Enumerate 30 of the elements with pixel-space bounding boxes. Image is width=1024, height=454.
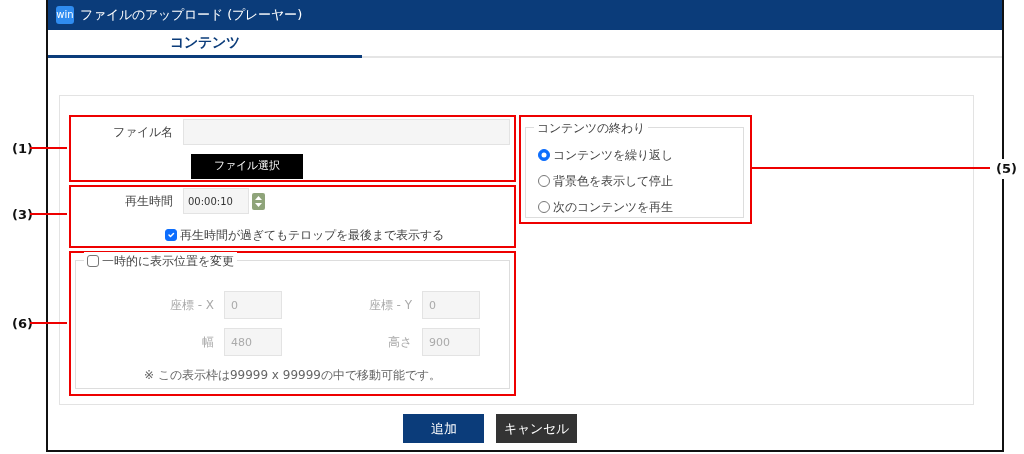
spinner-icon[interactable] [252,192,265,210]
add-button[interactable]: 追加 [403,414,484,443]
checkbox[interactable] [87,255,99,267]
field-label: 座標 - Y [367,297,412,314]
checkbox[interactable] [165,229,177,241]
leader-line [30,322,67,324]
radio-button[interactable] [538,175,550,187]
radio-button[interactable] [538,201,550,213]
field-label: 再生時間 [124,193,174,210]
legend-text: コンテンツの終わり [534,119,648,137]
radio-button[interactable] [538,149,550,161]
field-label: ファイル名 [112,124,174,141]
radio-label: コンテンツを繰り返し [553,147,673,164]
file-name-field[interactable] [183,119,510,145]
field-label: 座標 - X [168,297,214,314]
app-logo: win [56,6,74,24]
checkbox-label: 一時的に表示位置を変更 [102,253,234,270]
file-select-button[interactable]: ファイル選択 [191,154,303,179]
leader-line [30,213,67,215]
checkbox-label: 再生時間が過ぎてもテロップを最後まで表示する [180,227,444,244]
radio-label: 背景色を表示して停止 [553,173,673,190]
duration-field[interactable]: 00:00:10 [183,188,249,214]
leader-line [30,147,67,149]
callout-label: (5) [996,159,1017,179]
window-title: ファイルのアップロード (プレーヤー) [80,6,303,25]
field-label: 高さ [387,334,412,351]
note-text: ※ この表示枠は99999 x 99999の中で移動可能です。 [143,367,442,384]
field-label: 幅 [201,334,214,351]
radio-label: 次のコンテンツを再生 [553,199,673,216]
cancel-button[interactable]: キャンセル [496,414,577,443]
